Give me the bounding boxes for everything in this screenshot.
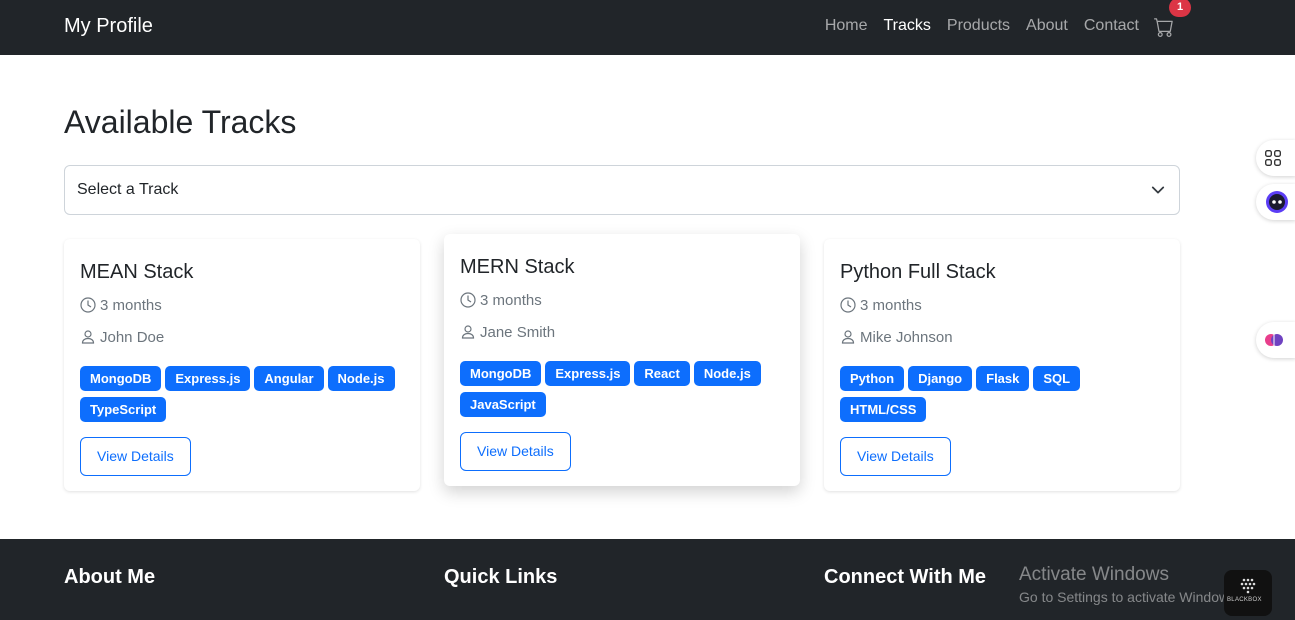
view-details-button[interactable]: View Details — [840, 437, 951, 476]
duration: 3 months — [860, 296, 922, 314]
assistant-icon — [1266, 191, 1288, 213]
tag-badge: Angular — [254, 366, 324, 391]
tag-badge: Python — [840, 366, 905, 391]
card-title: MEAN Stack — [80, 261, 194, 283]
footer-links-heading: Quick Links — [444, 566, 558, 588]
tag-badge: Express.js — [165, 366, 251, 391]
tag-badge: SQL — [1033, 366, 1081, 391]
cart-count-badge: 1 — [1169, 0, 1191, 17]
track-card-python: Python Full Stack 3 months Mike Johnson … — [824, 239, 1180, 491]
nav-link-contact[interactable]: Contact — [1084, 17, 1139, 35]
brand[interactable]: My Profile — [64, 15, 153, 38]
blackbox-widget[interactable] — [1224, 570, 1272, 616]
instructor: Jane Smith — [480, 323, 556, 341]
duration: 3 months — [100, 296, 162, 314]
track-select[interactable]: Select a Track — [64, 165, 1180, 215]
navbar: My Profile Home Tracks Products About Co… — [0, 0, 1295, 55]
tag-badge: MongoDB — [80, 366, 162, 391]
instructor-row: Mike Johnson — [840, 325, 1164, 349]
tag-list: MongoDB Express.js React Node.js JavaScr… — [460, 361, 780, 417]
instructor: John Doe — [100, 328, 165, 346]
tag-badge: JavaScript — [460, 392, 546, 417]
person-icon — [461, 325, 475, 339]
instructor-row: John Doe — [80, 325, 404, 349]
tag-badge: Node.js — [327, 366, 395, 391]
duration-row: 3 months — [80, 293, 404, 317]
clock-icon — [80, 297, 96, 313]
tag-badge: React — [634, 361, 690, 386]
card-title: Python Full Stack — [840, 261, 996, 283]
tag-badge: Flask — [976, 366, 1030, 391]
track-card-mern: MERN Stack 3 months Jane Smith MongoDB E… — [444, 234, 800, 486]
activate-windows-subtitle: Go to Settings to activate Windows. — [1019, 589, 1240, 605]
tag-badge: Django — [908, 366, 973, 391]
clock-icon — [840, 297, 856, 313]
page-title: Available Tracks — [64, 104, 297, 140]
blackbox-label: BLACKBOX — [1227, 597, 1262, 603]
duration-row: 3 months — [840, 293, 1164, 317]
activate-windows-title: Activate Windows — [1019, 564, 1169, 585]
person-icon — [841, 330, 855, 344]
nav-link-about[interactable]: About — [1026, 17, 1068, 35]
blackbox-logo-icon — [1240, 578, 1256, 594]
footer-connect-heading: Connect With Me — [824, 566, 987, 588]
chevron-down-icon — [1151, 186, 1165, 194]
tag-badge: HTML/CSS — [840, 397, 927, 422]
card-title: MERN Stack — [460, 256, 575, 278]
nav-link-home[interactable]: Home — [825, 17, 868, 35]
footer-about-heading: About Me — [64, 566, 156, 588]
instructor: Mike Johnson — [860, 328, 953, 346]
track-select-value: Select a Track — [77, 181, 179, 198]
cart-icon[interactable] — [1154, 17, 1174, 37]
clock-icon — [460, 292, 476, 308]
view-details-button[interactable]: View Details — [460, 432, 571, 471]
nav-link-tracks[interactable]: Tracks — [884, 17, 931, 35]
tag-badge: Node.js — [693, 361, 761, 386]
grid-icon — [1265, 150, 1281, 166]
tag-badge: MongoDB — [460, 361, 542, 386]
track-card-mean: MEAN Stack 3 months John Doe MongoDB Exp… — [64, 239, 420, 491]
nav-links: Home Tracks Products About Contact — [825, 17, 1139, 35]
assistant-widget-button[interactable] — [1256, 184, 1295, 220]
brain-icon — [1265, 334, 1283, 346]
duration: 3 months — [480, 291, 542, 309]
instructor-row: Jane Smith — [460, 320, 784, 344]
tag-badge: TypeScript — [80, 397, 167, 422]
tag-badge: Express.js — [545, 361, 631, 386]
tag-list: MongoDB Express.js Angular Node.js TypeS… — [80, 366, 400, 422]
nav-link-products[interactable]: Products — [947, 17, 1010, 35]
duration-row: 3 months — [460, 288, 784, 312]
person-icon — [81, 330, 95, 344]
brain-widget-button[interactable] — [1256, 322, 1295, 358]
view-details-button[interactable]: View Details — [80, 437, 191, 476]
tag-list: Python Django Flask SQL HTML/CSS — [840, 366, 1160, 422]
apps-widget-button[interactable] — [1256, 140, 1295, 176]
